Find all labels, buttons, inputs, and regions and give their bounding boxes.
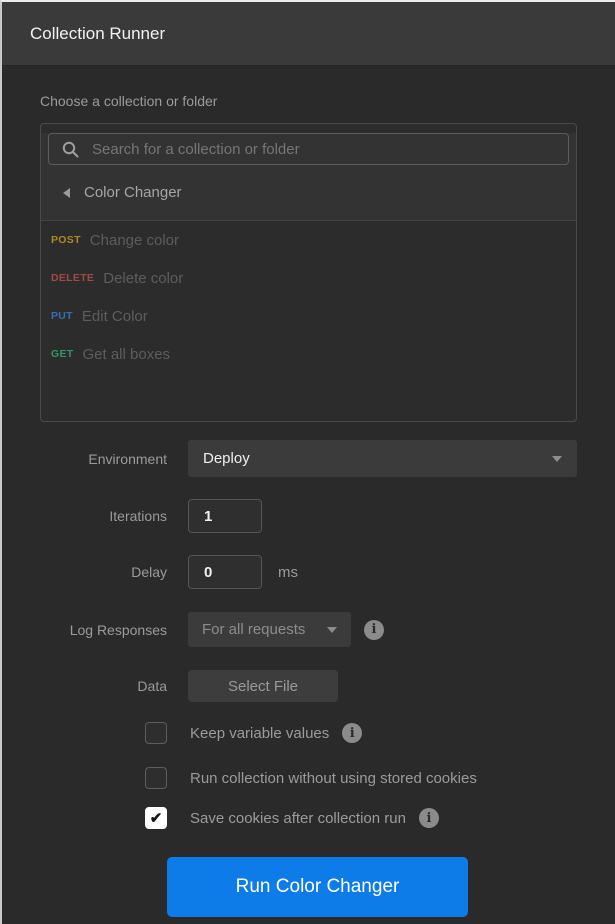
select-file-button[interactable]: Select File [188, 670, 338, 702]
environment-label: Environment [88, 450, 167, 467]
keep-variable-values-info-icon[interactable]: i [342, 723, 363, 743]
iterations-input[interactable]: 1 [188, 499, 262, 533]
method-badge: GET [51, 348, 74, 360]
checkbox-label: Keep variable values [190, 724, 330, 742]
collection-name: Color Changer [84, 184, 182, 201]
delay-value: 0 [204, 563, 213, 581]
list-item[interactable]: PUT Edit Color [41, 297, 576, 335]
chevron-down-icon [552, 455, 562, 462]
iterations-label: Iterations [109, 508, 167, 524]
checkbox-label: Run collection without using stored cook… [190, 769, 477, 787]
dialog-header: Collection Runner [2, 2, 615, 66]
collection-search-input[interactable]: Search for a collection or folder [48, 133, 569, 165]
keep-variable-values-checkbox[interactable] [145, 722, 167, 744]
chevron-down-icon [327, 626, 337, 633]
search-icon [62, 141, 79, 158]
collection-picker-panel: Search for a collection or folder Color … [40, 123, 577, 422]
run-without-cookies-checkbox[interactable] [145, 767, 167, 789]
method-badge: PUT [51, 310, 73, 322]
collection-runner-dialog: Collection Runner Choose a collection or… [0, 0, 615, 924]
delay-label: Delay [131, 564, 167, 580]
page-title: Collection Runner [30, 23, 166, 43]
save-cookies-checkbox[interactable]: ✔ [145, 807, 167, 829]
data-label: Data [137, 678, 167, 694]
collection-back-row[interactable]: Color Changer [41, 165, 576, 220]
request-name: Edit Color [81, 307, 148, 325]
log-responses-dropdown[interactable]: For all requests [188, 612, 351, 647]
method-badge: DELETE [51, 272, 95, 284]
delay-input[interactable]: 0 [188, 555, 262, 589]
environment-dropdown[interactable]: Deploy [188, 440, 577, 477]
checkmark-icon: ✔ [149, 810, 163, 827]
search-placeholder-text: Search for a collection or folder [92, 140, 300, 158]
log-responses-info-icon[interactable]: i [364, 619, 384, 640]
request-name: Change color [89, 231, 180, 249]
request-name: Get all boxes [82, 345, 171, 363]
request-name: Delete color [103, 269, 184, 287]
iterations-value: 1 [204, 507, 213, 525]
back-arrow-icon[interactable] [63, 187, 70, 198]
run-collection-button[interactable]: Run Color Changer [167, 857, 468, 917]
list-item[interactable]: DELETE Delete color [41, 259, 576, 297]
list-item[interactable]: POST Change color [41, 221, 576, 259]
delay-unit-label: ms [278, 563, 298, 581]
picker-section-label: Choose a collection or folder [40, 93, 218, 109]
method-badge: POST [51, 234, 81, 246]
save-cookies-info-icon[interactable]: i [418, 808, 439, 828]
checkbox-label: Save cookies after collection run [190, 809, 406, 827]
environment-value: Deploy [203, 450, 250, 467]
list-item[interactable]: GET Get all boxes [41, 335, 576, 373]
request-list: POST Change color DELETE Delete color PU… [41, 221, 576, 373]
log-responses-label: Log Responses [69, 621, 167, 638]
log-responses-value: For all requests [202, 621, 306, 638]
